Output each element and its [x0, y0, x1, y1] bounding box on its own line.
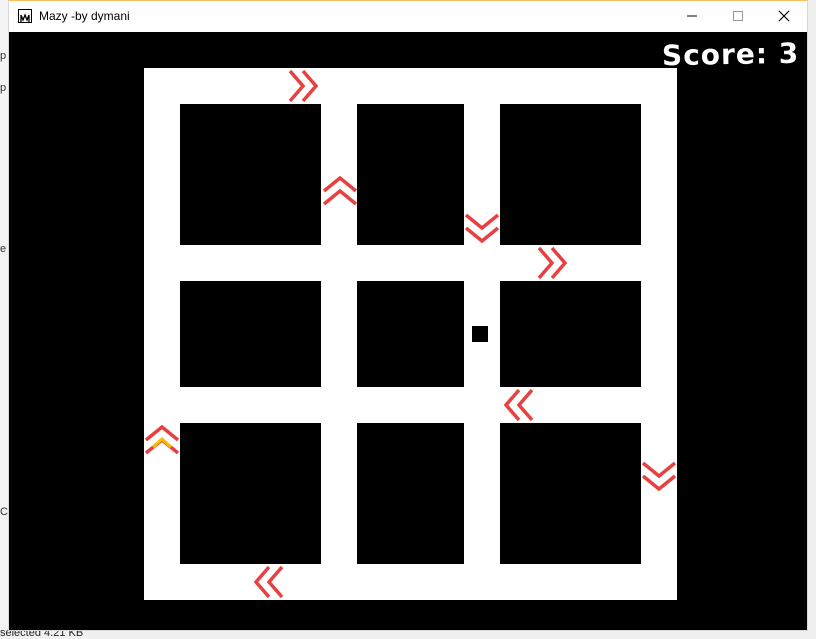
wall-block — [180, 104, 321, 245]
chevron-right-icon — [537, 246, 568, 280]
player-square — [472, 326, 488, 342]
score-display: Score: 3 — [661, 36, 800, 73]
close-icon — [778, 10, 790, 22]
game-canvas[interactable]: Score: 3 — [9, 32, 807, 630]
wall-block — [500, 423, 641, 564]
wall-block — [180, 281, 321, 387]
wall-block — [357, 423, 464, 564]
minimize-icon — [687, 15, 697, 17]
game-window: Mazy -by dymani Score: 3 — [8, 0, 808, 631]
chevron-down-icon — [641, 461, 677, 492]
chevron-up-highlighted-icon — [144, 424, 180, 455]
background-text-fragment: e — [0, 243, 7, 255]
close-button[interactable] — [761, 1, 807, 31]
chevron-down-icon — [464, 213, 500, 244]
chevron-left-icon — [253, 565, 284, 599]
chevron-up-icon — [322, 175, 358, 206]
background-text-fragment: p — [0, 82, 7, 94]
app-icon — [18, 9, 32, 23]
wall-block — [500, 281, 641, 387]
maximize-icon — [733, 11, 743, 21]
chevron-left-icon — [503, 388, 534, 422]
maximize-button[interactable] — [715, 1, 761, 31]
title-bar[interactable]: Mazy -by dymani — [9, 1, 807, 31]
wall-block — [180, 423, 321, 564]
wall-block — [357, 281, 464, 387]
minimize-button[interactable] — [669, 1, 715, 31]
wall-block — [357, 104, 464, 245]
chevron-right-icon — [288, 69, 319, 103]
wall-block — [500, 104, 641, 245]
background-text-fragment: p — [0, 50, 7, 62]
window-title: Mazy -by dymani — [39, 9, 130, 23]
maze-board — [144, 68, 677, 600]
